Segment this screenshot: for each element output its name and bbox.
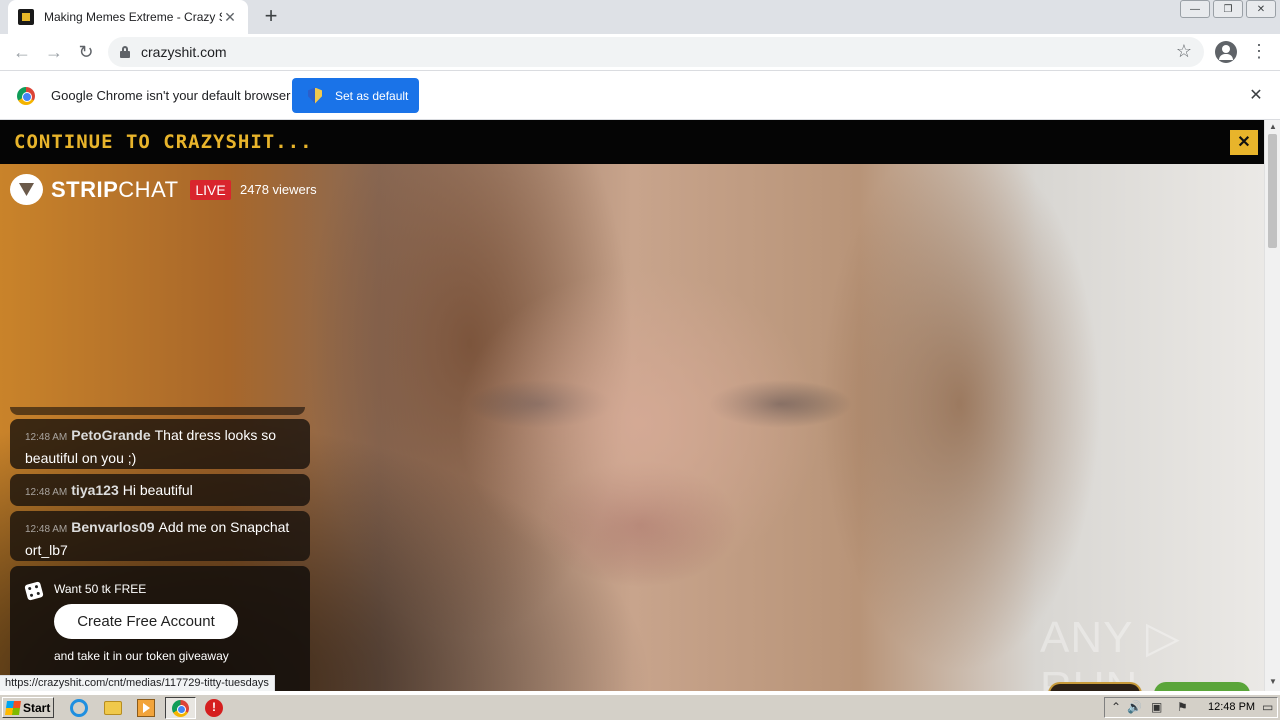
show-desktop-icon[interactable]: ▭ [1262, 700, 1273, 714]
window-controls: — ❐ ✕ [1177, 0, 1276, 18]
infobar-close-icon[interactable]: ✕ [1248, 86, 1264, 106]
start-label: Start [23, 700, 51, 715]
chat-text: Hi beautiful [122, 482, 193, 498]
logo-chat-text: CHAT [118, 176, 179, 202]
chat-message: 12:48 AM PetoGrande That dress looks so be… [10, 419, 310, 469]
chat-username[interactable]: Benvarlos09 [71, 519, 154, 535]
stripchat-logo-icon [10, 174, 43, 205]
set-as-default-label: Set as default [335, 88, 409, 103]
chat-time: 12:48 AM [25, 524, 68, 535]
tray-expand-icon[interactable]: ⌃ [1111, 700, 1121, 714]
continue-banner[interactable]: CONTINUE TO CRAZYSHIT... ✕ [0, 120, 1264, 164]
live-badge: LIVE [190, 180, 231, 200]
url-text[interactable]: crazyshit.com [141, 44, 227, 60]
profile-avatar-icon[interactable] [1215, 41, 1237, 63]
windows-flag-icon [5, 700, 21, 715]
chrome-icon [172, 700, 189, 717]
scroll-up-arrow-icon[interactable]: ▲ [1269, 122, 1277, 131]
stripchat-logo[interactable]: STRIPCHAT [10, 174, 179, 205]
new-tab-button[interactable]: + [259, 5, 283, 29]
chat-time: 12:48 AM [25, 432, 68, 443]
banner-close-button[interactable]: ✕ [1230, 130, 1258, 155]
site-favicon-icon [18, 9, 34, 25]
tab-strip: Making Memes Extreme - Crazy Shit ✕ + — … [0, 0, 1280, 34]
start-button[interactable]: Start [2, 697, 54, 718]
anyrun-watermark: ANY ▷ RUN [1040, 613, 1181, 691]
chat-username[interactable]: PetoGrande [71, 427, 150, 443]
address-bar[interactable]: crazyshit.com ☆ [108, 37, 1204, 67]
volume-icon[interactable]: 🔊 [1127, 700, 1142, 714]
link-status-bubble: https://crazyshit.com/cnt/medias/117729-… [0, 675, 275, 691]
chrome-logo-icon [17, 87, 35, 105]
viewer-count: 2478 viewers [240, 182, 317, 197]
chat-message-partial [10, 407, 305, 415]
forward-button[interactable]: → [42, 40, 66, 64]
set-as-default-button[interactable]: Set as default [292, 78, 419, 113]
chat-message: 12:48 AM Benvarlos09 Add me on Snapchat or… [10, 511, 310, 561]
scrollbar-thumb[interactable] [1268, 134, 1277, 248]
chat-username[interactable]: tiya123 [71, 482, 118, 498]
dice-icon [24, 581, 44, 601]
tab-close-icon[interactable]: ✕ [222, 9, 238, 25]
stop-sign-icon[interactable] [205, 699, 223, 717]
media-player-icon[interactable] [137, 699, 155, 717]
bookmark-star-icon[interactable]: ☆ [1176, 41, 1192, 62]
back-button[interactable]: ← [10, 40, 34, 64]
bottom-action-button[interactable] [1048, 682, 1142, 691]
windows-taskbar: Start ⌃ 🔊 ▣ ⚑ 12:48 PM ▭ [0, 694, 1280, 720]
promo-subtitle: and take it in our token giveaway [54, 649, 229, 663]
action-center-flag-icon[interactable]: ⚑ [1177, 700, 1188, 714]
system-tray: ⌃ 🔊 ▣ ⚑ 12:48 PM ▭ [1104, 697, 1278, 718]
create-free-account-button[interactable]: Create Free Account [54, 604, 238, 639]
chat-time: 12:48 AM [25, 487, 68, 498]
reload-button[interactable]: ↻ [74, 40, 98, 64]
uac-shield-icon [308, 87, 322, 104]
internet-explorer-icon[interactable] [70, 699, 88, 717]
token-promo-card: Want 50 tk FREE Create Free Account and … [10, 566, 310, 691]
lock-icon[interactable] [120, 46, 130, 58]
banner-text[interactable]: CONTINUE TO CRAZYSHIT... [14, 131, 313, 153]
scroll-down-arrow-icon[interactable]: ▼ [1269, 677, 1277, 686]
close-window-button[interactable]: ✕ [1246, 0, 1276, 18]
file-explorer-icon[interactable] [104, 701, 122, 715]
vertical-scrollbar[interactable]: ▲ ▼ [1264, 120, 1280, 691]
bottom-action-button[interactable] [1154, 682, 1250, 691]
browser-tab[interactable]: Making Memes Extreme - Crazy Shit ✕ [8, 0, 248, 34]
infobar-message: Google Chrome isn't your default browser [51, 88, 291, 103]
chrome-menu-icon[interactable]: ⋮ [1250, 40, 1268, 64]
network-icon[interactable]: ▣ [1151, 700, 1162, 714]
page-viewport: CONTINUE TO CRAZYSHIT... ✕ STRIPCHAT LIV… [0, 120, 1264, 691]
tab-title: Making Memes Extreme - Crazy Shit [44, 10, 222, 24]
minimize-button[interactable]: — [1180, 0, 1210, 18]
restore-button[interactable]: ❐ [1213, 0, 1243, 18]
default-browser-infobar: Google Chrome isn't your default browser… [0, 72, 1280, 120]
promo-title: Want 50 tk FREE [54, 582, 147, 596]
taskbar-clock[interactable]: 12:48 PM [1208, 701, 1255, 713]
chat-message: 12:48 AM tiya123 Hi beautiful [10, 474, 310, 506]
chrome-taskbar-button[interactable] [165, 697, 196, 719]
logo-strip-text: STRIP [51, 176, 119, 202]
browser-toolbar: ← → ↻ crazyshit.com ☆ ⋮ [0, 34, 1280, 71]
